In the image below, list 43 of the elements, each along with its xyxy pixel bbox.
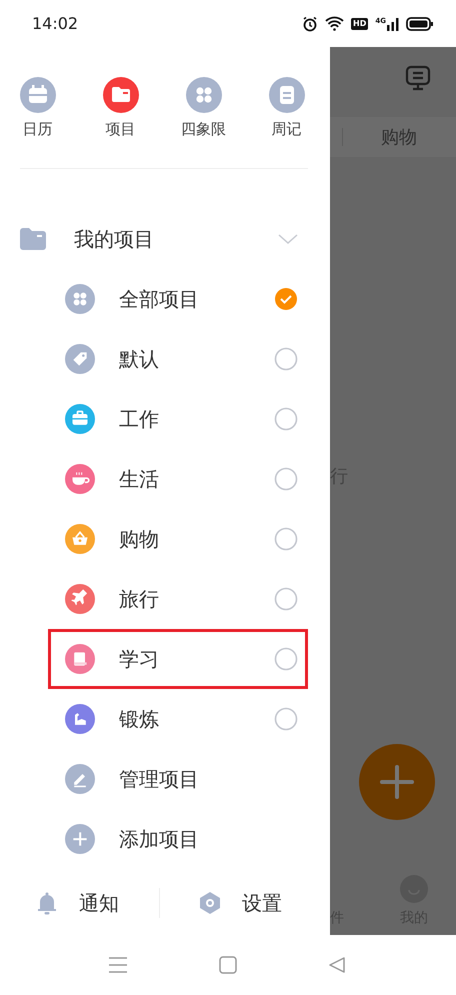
- radio-button[interactable]: [274, 527, 298, 551]
- hd-badge: HD: [351, 18, 368, 30]
- radio-button[interactable]: [274, 347, 298, 371]
- nav-shortcut[interactable]: 四象限: [162, 77, 245, 139]
- alarm-icon: [302, 16, 318, 32]
- settings-icon: [198, 891, 222, 915]
- grid-icon: [186, 77, 222, 113]
- home-icon[interactable]: [219, 956, 237, 974]
- project-item[interactable]: 添加项目: [0, 809, 330, 869]
- project-item[interactable]: 管理项目: [0, 749, 330, 809]
- menu-icon[interactable]: [109, 957, 127, 973]
- radio-button[interactable]: [274, 707, 298, 731]
- project-item[interactable]: 生活: [0, 449, 330, 509]
- message-board-icon[interactable]: [405, 65, 431, 91]
- section-header[interactable]: 我的项目: [0, 209, 330, 269]
- calendar-icon: [20, 77, 56, 113]
- plus-icon: [380, 765, 414, 799]
- project-item[interactable]: 工作: [0, 389, 330, 449]
- chevron-icon[interactable]: [278, 233, 298, 245]
- wifi-icon: [325, 16, 344, 31]
- project-item[interactable]: 购物: [0, 509, 330, 569]
- settings-button[interactable]: 设置: [198, 890, 282, 916]
- battery-icon: [406, 16, 434, 30]
- bell-icon: [35, 891, 59, 915]
- project-item[interactable]: 默认: [0, 329, 330, 389]
- radio-button[interactable]: [274, 467, 298, 491]
- note-icon: [268, 77, 304, 113]
- radio-button[interactable]: [274, 587, 298, 611]
- project-item[interactable]: 锻炼: [0, 689, 330, 749]
- nav-shortcut[interactable]: 日历: [0, 77, 79, 139]
- back-icon[interactable]: [328, 956, 346, 974]
- checked-radio[interactable]: [274, 287, 298, 311]
- project-item[interactable]: 全部项目: [0, 269, 330, 329]
- nav-shortcut[interactable]: 周记: [245, 77, 328, 139]
- clock-time: 14:02: [32, 14, 78, 33]
- radio-button[interactable]: [274, 407, 298, 431]
- nav-shortcut[interactable]: 项目: [79, 77, 162, 139]
- radio-button[interactable]: [274, 647, 298, 671]
- notifications-button[interactable]: 通知: [35, 890, 119, 916]
- folder-icon: [20, 228, 46, 250]
- highlighted-list-item[interactable]: 学习: [48, 629, 308, 689]
- folder-icon: [102, 77, 138, 113]
- project-item[interactable]: 旅行: [0, 569, 330, 629]
